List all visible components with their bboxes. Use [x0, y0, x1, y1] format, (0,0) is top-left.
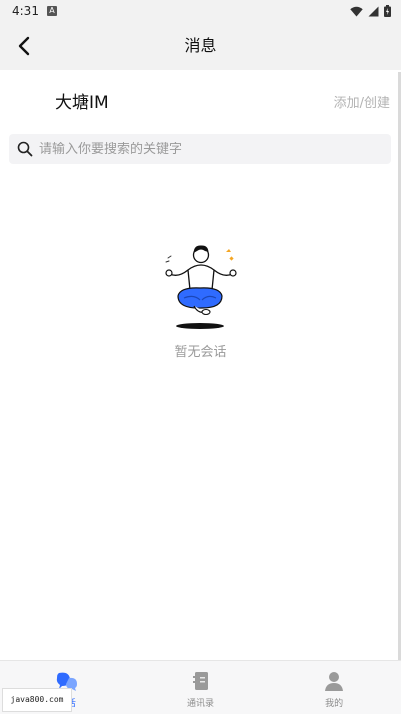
- battery-icon: [384, 5, 391, 17]
- back-button[interactable]: [10, 32, 38, 60]
- header-row: 大塘IM 添加/创建: [0, 72, 398, 128]
- tab-profile[interactable]: 我的: [267, 661, 401, 714]
- add-create-link[interactable]: 添加/创建: [334, 92, 390, 111]
- a-icon: A: [46, 6, 57, 16]
- tab-contacts[interactable]: 通讯录: [134, 661, 268, 714]
- status-bar: 4:31 A: [0, 0, 401, 22]
- nav-bar: 消息: [0, 22, 401, 70]
- watermark: java800.com: [2, 688, 72, 712]
- status-icons: [350, 5, 391, 17]
- contacts-book-icon: [192, 672, 208, 690]
- chevron-left-icon: [18, 36, 30, 56]
- status-time: 4:31: [12, 4, 39, 18]
- page-title: 消息: [184, 36, 217, 55]
- meditating-person-illustration: [165, 245, 237, 329]
- empty-state-text: 暂无会话: [174, 345, 227, 360]
- app-name: 大塘IM: [55, 93, 109, 113]
- signal-icon: [368, 6, 379, 16]
- search-input[interactable]: [39, 141, 359, 157]
- tab-label: 通讯录: [187, 699, 215, 709]
- search-box[interactable]: [9, 134, 391, 164]
- search-icon: [17, 141, 33, 157]
- wifi-icon: [350, 6, 363, 16]
- person-icon: [325, 672, 344, 691]
- tab-label: 我的: [325, 699, 344, 709]
